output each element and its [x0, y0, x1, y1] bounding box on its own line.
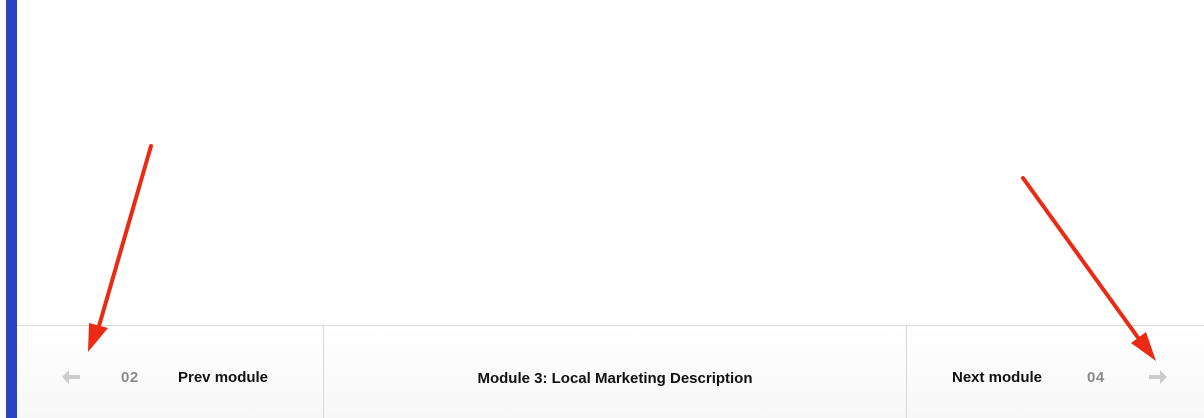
- module-pagination: 02 Prev module Module 3: Local Marketing…: [17, 325, 1204, 418]
- prev-module-button[interactable]: 02 Prev module: [17, 326, 324, 418]
- arrow-right-icon[interactable]: [1149, 370, 1167, 384]
- accent-bar: [6, 0, 17, 418]
- current-module: Module 3: Local Marketing Description: [324, 326, 907, 418]
- red-arrow-annotation-left: [88, 144, 153, 352]
- next-module-button[interactable]: Next module 04: [907, 326, 1204, 418]
- next-module-label: Next module: [952, 369, 1043, 386]
- arrow-left-icon[interactable]: [62, 370, 80, 384]
- prev-module-label: Prev module: [178, 369, 269, 386]
- next-module-number: 04: [1087, 369, 1105, 386]
- prev-module-number: 02: [121, 369, 139, 386]
- page: 02 Prev module Module 3: Local Marketing…: [0, 0, 1204, 418]
- current-module-title: Module 3: Local Marketing Description: [477, 369, 753, 387]
